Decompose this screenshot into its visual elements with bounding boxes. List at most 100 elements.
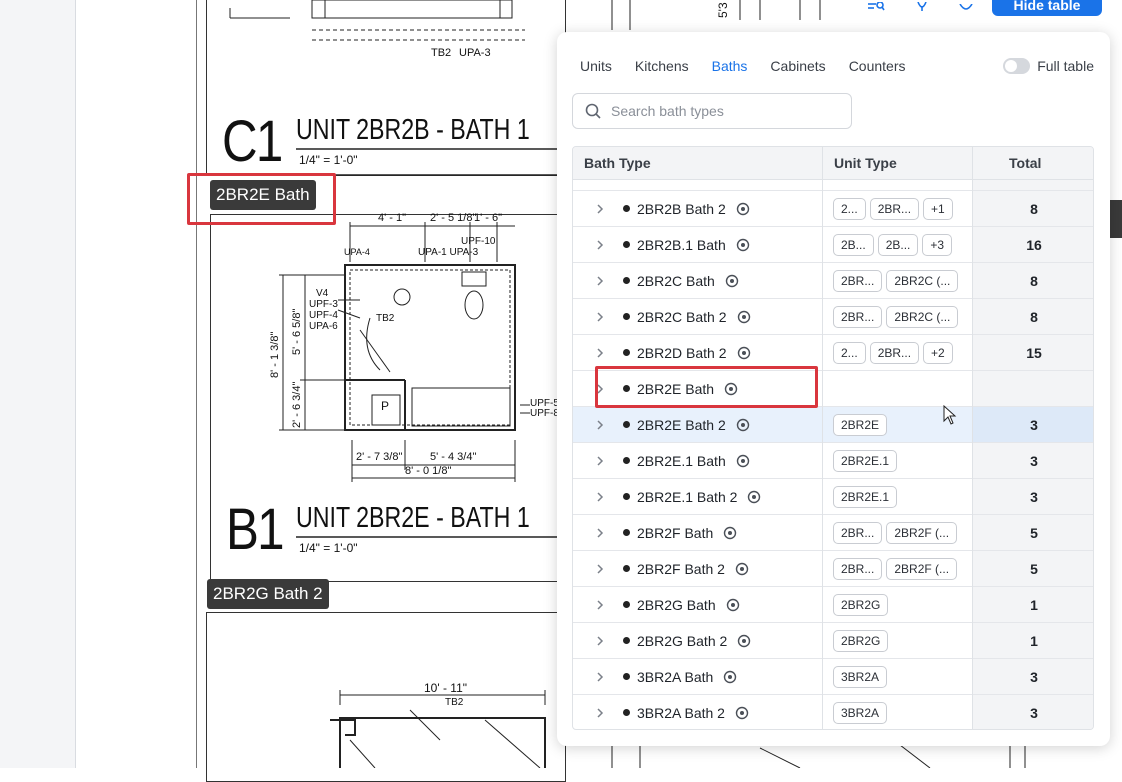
unit-type-chip[interactable]: 2BR... [833,270,883,292]
column-header-total[interactable]: Total [1009,147,1041,180]
table-row[interactable]: 2BR2G Bath 2 2BR2G 1 [573,623,1093,659]
locate-target-icon[interactable] [737,634,751,648]
table-row[interactable]: 3BR2A Bath 3BR2A 3 [573,659,1093,695]
table-row[interactable]: 2BR2G Bath 2BR2G 1 [573,587,1093,623]
unit-type-chips: 2BR2G [833,594,889,616]
table-row[interactable]: 2BR2C Bath 2BR... 2BR2C (... 8 [573,263,1093,299]
unit-type-chip[interactable]: 2B... [833,234,874,256]
chevron-right-icon[interactable] [593,202,607,216]
unit-type-chip[interactable]: 2B... [877,234,919,256]
table-row[interactable]: 2BR2F Bath 2 2BR... 2BR2F (... 5 [573,551,1093,587]
locate-target-icon[interactable] [737,346,751,360]
chevron-right-icon[interactable] [593,346,607,360]
chevron-right-icon[interactable] [593,418,607,432]
unit-type-chip[interactable]: 2BR2C (... [886,306,959,328]
unit-type-chip[interactable]: 2BR2F (... [886,522,958,544]
locate-target-icon[interactable] [736,454,750,468]
locate-target-icon[interactable] [723,670,737,684]
locate-target-icon[interactable] [747,490,761,504]
table-row[interactable]: 3BR2A Bath 2 3BR2A 3 [573,695,1093,729]
unit-type-chip[interactable]: 3BR2A [833,666,888,688]
tab-cabinets[interactable]: Cabinets [770,58,825,76]
total-cell: 8 [973,299,1093,334]
plan-tag-2br2e-bath[interactable]: 2BR2E Bath [210,180,316,210]
table-row[interactable]: 2BR2E Bath 2 2BR2E 3 [573,407,1093,443]
upf4-label: UPF-4 [309,310,338,321]
locate-target-icon[interactable] [736,418,750,432]
unit-type-chip[interactable]: 2BR2G [833,630,889,652]
chevron-right-icon[interactable] [593,382,607,396]
locate-target-icon[interactable] [735,706,749,720]
unit-type-chip[interactable]: 2BR... [833,306,883,328]
table-row[interactable]: 2BR2E Bath [573,371,1093,407]
unit-type-chip[interactable]: +2 [923,342,953,364]
chevron-right-icon[interactable] [593,526,607,540]
locate-target-icon[interactable] [723,526,737,540]
upa4-label: UPA-4 [344,247,370,257]
table-row[interactable]: 2BR2E.1 Bath 2 2BR2E.1 3 [573,479,1093,515]
unit-type-chip[interactable]: 2... [833,342,866,364]
unit-type-chip[interactable]: 3BR2A [833,702,888,724]
chevron-right-icon[interactable] [593,274,607,288]
table-row[interactable]: 2BR2D Bath 2 2... 2BR... +2 15 [573,335,1093,371]
dim-left-2: 5' - 6 5/8" [291,308,303,355]
table-row[interactable]: 2BR2B Bath 2 2... 2BR... +1 8 [573,191,1093,227]
search-input[interactable] [611,103,831,119]
table-row[interactable]: 2BR2C Bath 2 2BR... 2BR2C (... 8 [573,299,1093,335]
bullet-dot-icon [623,385,630,392]
chevron-right-icon[interactable] [593,490,607,504]
column-header-bath-type[interactable]: Bath Type [584,147,651,180]
dim-bottom-3: 8' - 0 1/8" [405,465,452,477]
chevron-right-icon[interactable] [593,238,607,252]
chevron-right-icon[interactable] [593,634,607,648]
unit-type-chip[interactable]: 2BR2E.1 [833,450,898,472]
chevron-right-icon[interactable] [593,706,607,720]
table-row[interactable]: 2BR2B.1 Bath 2B... 2B... +3 16 [573,227,1093,263]
unit-type-chip[interactable]: +3 [922,234,953,256]
lightbulb-icon[interactable] [912,0,932,14]
unit-type-chip[interactable]: 2... [833,198,866,220]
upf3-label: UPF-3 [309,299,338,310]
unit-type-chip[interactable]: 2BR2C (... [886,270,959,292]
hide-table-button[interactable]: Hide table [992,0,1102,16]
locate-target-icon[interactable] [724,382,738,396]
unit-type-chip[interactable]: 2BR2F (... [886,558,958,580]
table-row[interactable]: 2BR2F Bath 2BR... 2BR2F (... 5 [573,515,1093,551]
locate-target-icon[interactable] [737,310,751,324]
chevron-right-icon[interactable] [593,310,607,324]
bullet-dot-icon [623,637,630,644]
unit-type-chip[interactable]: 2BR2E.1 [833,486,898,508]
unit-type-chip[interactable]: +1 [923,198,953,220]
locate-target-icon[interactable] [736,202,750,216]
column-header-unit-type[interactable]: Unit Type [834,147,897,180]
locate-target-icon[interactable] [726,598,740,612]
unit-type-chip[interactable]: 2BR... [869,198,920,220]
bullet-dot-icon [623,565,630,572]
tab-baths[interactable]: Baths [712,58,748,76]
table-header: Bath Type Unit Type Total [573,147,1093,180]
unit-type-chips: 2BR... 2BR2F (... [833,558,958,580]
locate-target-icon[interactable] [725,274,739,288]
unit-type-chips: 2... 2BR... +1 [833,198,953,220]
chevron-right-icon[interactable] [593,598,607,612]
unit-type-chip[interactable]: 2BR... [833,522,883,544]
tab-counters[interactable]: Counters [849,58,906,76]
unit-type-chip[interactable]: 2BR... [869,342,920,364]
tab-kitchens[interactable]: Kitchens [635,58,689,76]
chevron-right-icon[interactable] [593,670,607,684]
total-cell: 3 [973,695,1093,729]
full-table-toggle[interactable] [1003,58,1031,74]
total-cell: 16 [973,227,1093,262]
locate-target-icon[interactable] [735,562,749,576]
chevron-right-icon[interactable] [593,562,607,576]
chevron-right-icon[interactable] [593,454,607,468]
plan-tag-2br2g-bath-2[interactable]: 2BR2G Bath 2 [207,579,329,609]
table-row[interactable]: 2BR2E.1 Bath 2BR2E.1 3 [573,443,1093,479]
unit-type-chip[interactable]: 2BR2G [833,594,889,616]
unit-type-chip[interactable]: 2BR... [833,558,883,580]
gear-icon[interactable] [956,0,976,14]
list-search-icon[interactable] [866,0,886,14]
unit-type-chip[interactable]: 2BR2E [833,414,888,436]
locate-target-icon[interactable] [736,238,750,252]
tab-units[interactable]: Units [580,58,612,76]
